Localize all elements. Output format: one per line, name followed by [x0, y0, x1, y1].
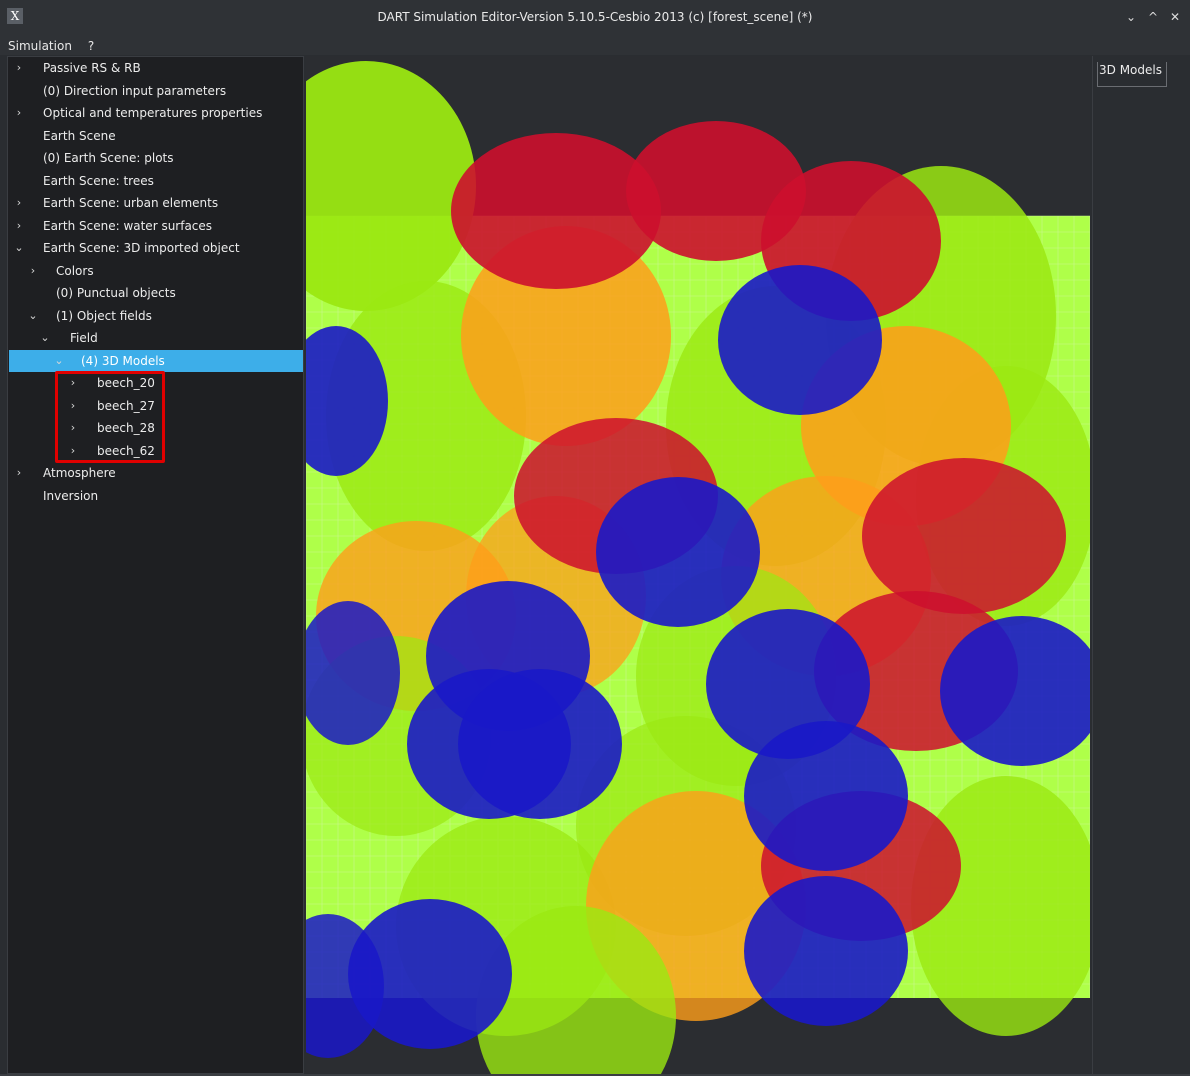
tree-item-label: Earth Scene: 3D imported object	[43, 241, 240, 255]
chevron-right-icon[interactable]: ›	[13, 467, 25, 479]
tree-item-label: Earth Scene: water surfaces	[43, 218, 213, 233]
chevron-right-icon[interactable]: ›	[13, 219, 25, 232]
tree-item-earth-scene-water-surfaces[interactable]: › Earth Scene: water surfaces	[9, 215, 303, 237]
scene-canvas[interactable]	[306, 56, 1090, 1074]
tree-item-label: (0) Direction input parameters	[43, 83, 227, 98]
chevron-right-icon[interactable]: ›	[13, 197, 25, 209]
tree-item-label: Optical and temperatures properties	[43, 106, 263, 120]
menu-simulation[interactable]: Simulation	[0, 39, 80, 53]
tree-item-label: (0) Punctual objects	[56, 286, 176, 300]
blue-tree-crown	[744, 721, 908, 871]
tree-item-atmosphere[interactable]: › Atmosphere	[9, 462, 303, 484]
menu-help[interactable]: ?	[80, 39, 102, 53]
tree-item-earth-scene-urban-elements[interactable]: › Earth Scene: urban elements	[9, 192, 303, 214]
window-controls: ⌄ ^ ✕	[1122, 7, 1184, 27]
tree-item-0-earth-scene-plots[interactable]: (0) Earth Scene: plots	[9, 147, 303, 169]
window-title: DART Simulation Editor-Version 5.10.5-Ce…	[377, 10, 813, 24]
tree-item-4-3d-models[interactable]: ⌄ (4) 3D Models	[9, 349, 303, 372]
blue-tree-crown	[348, 899, 512, 1049]
tree-item-earth-scene-trees[interactable]: Earth Scene: trees	[9, 170, 303, 192]
tree-item-label: Earth Scene	[43, 128, 116, 143]
chevron-down-icon[interactable]: ⌄	[39, 332, 51, 344]
tree-item-label: Colors	[56, 263, 94, 278]
chevron-down-icon[interactable]: ⌄	[13, 242, 25, 254]
chevron-down-icon[interactable]: ⌄	[53, 354, 65, 367]
blue-tree-crown	[744, 876, 908, 1026]
chevron-down-icon[interactable]: ⌄	[27, 309, 39, 322]
tree-item-passive-rs-rb[interactable]: › Passive RS & RB	[9, 57, 303, 79]
tab-3d-models[interactable]: 3D Models	[1097, 62, 1167, 87]
tree-item-label: Field	[70, 331, 98, 345]
tree-item-label: (4) 3D Models	[81, 353, 165, 368]
chevron-right-icon[interactable]: ›	[13, 62, 25, 74]
blue-tree-crown	[718, 265, 882, 415]
green-tree-crown	[626, 416, 746, 536]
chevron-right-icon[interactable]: ›	[27, 264, 39, 277]
tree-item-1-object-fields[interactable]: ⌄ (1) Object fields	[9, 305, 303, 327]
tree-item-inversion[interactable]: Inversion	[9, 485, 303, 507]
tree-item-label: Inversion	[43, 488, 99, 503]
right-panel: 3D Models	[1092, 56, 1190, 1074]
tree-item-earth-scene-3d-imported-object[interactable]: ⌄ Earth Scene: 3D imported object	[9, 237, 303, 259]
maximize-icon[interactable]: ^	[1144, 7, 1162, 27]
tree-item-label: Earth Scene: trees	[43, 173, 154, 188]
simulation-tree: › Passive RS & RB (0) Direction input para…	[7, 56, 304, 1074]
close-icon[interactable]: ✕	[1166, 7, 1184, 27]
scene-viewport[interactable]	[306, 56, 1090, 1074]
tree-item-label: Atmosphere	[43, 466, 116, 480]
tree-item-0-punctual-objects[interactable]: (0) Punctual objects	[9, 282, 303, 304]
tree-item-optical-and-temperatures-properties[interactable]: › Optical and temperatures properties	[9, 102, 303, 124]
red-tree-crown	[451, 133, 661, 289]
tree-item-label: (1) Object fields	[56, 308, 152, 323]
tree-item-colors[interactable]: › Colors	[9, 260, 303, 282]
chevron-right-icon[interactable]: ›	[13, 107, 25, 119]
menu-bar: Simulation ?	[0, 36, 1190, 55]
tree-item-label: Earth Scene: urban elements	[43, 196, 219, 210]
tree-item-label: (0) Earth Scene: plots	[43, 151, 174, 165]
tree-item-0-direction-input-parameters[interactable]: (0) Direction input parameters	[9, 80, 303, 102]
red-tree-crown	[862, 458, 1066, 614]
tree-item-field[interactable]: ⌄ Field	[9, 327, 303, 349]
minimize-icon[interactable]: ⌄	[1122, 7, 1140, 27]
annotation-highlight-box	[55, 371, 165, 463]
title-bar: X DART Simulation Editor-Version 5.10.5-…	[0, 0, 1190, 36]
tree-item-earth-scene[interactable]: Earth Scene	[9, 125, 303, 147]
tree-item-label: Passive RS & RB	[43, 61, 141, 75]
blue-tree-crown	[458, 669, 622, 819]
